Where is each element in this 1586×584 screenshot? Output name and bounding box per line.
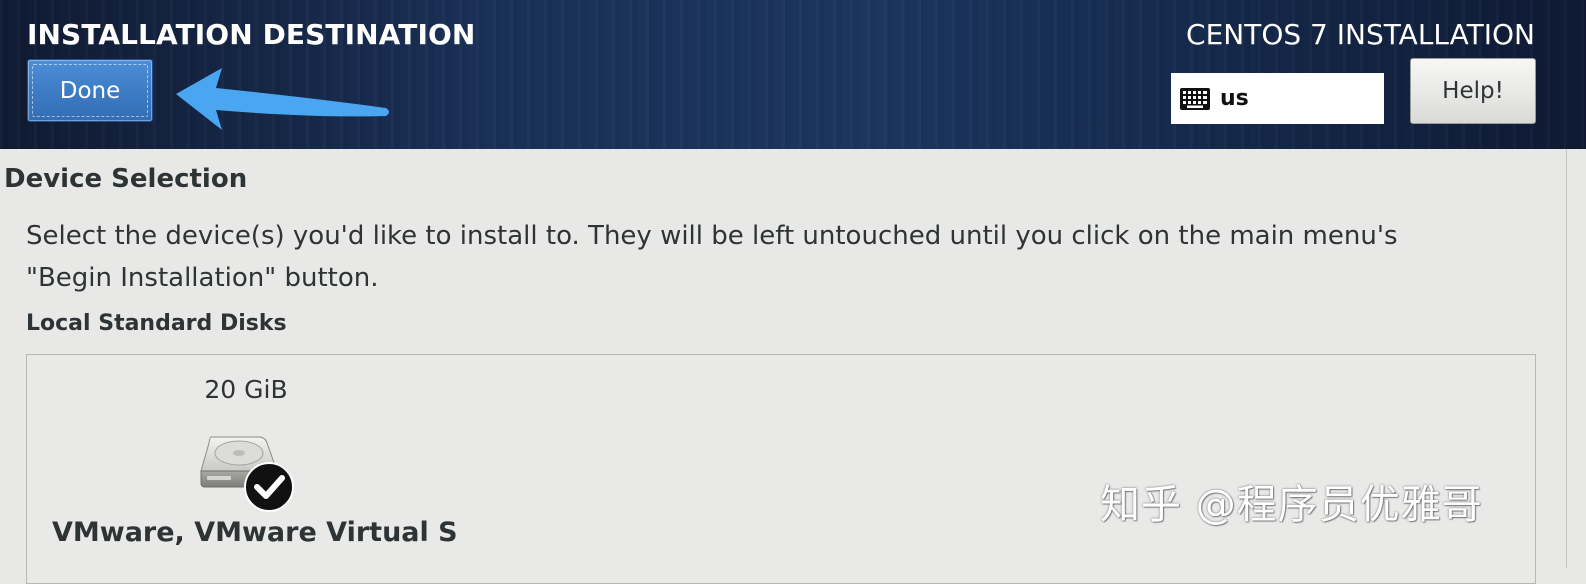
- spoke-header: INSTALLATION DESTINATION Done CENTOS 7 I…: [0, 0, 1586, 149]
- done-button-label: Done: [59, 77, 121, 104]
- done-button[interactable]: Done: [27, 59, 153, 122]
- arrow-left-icon: [176, 68, 389, 130]
- device-selection-title: Device Selection: [4, 164, 248, 194]
- disk-name: VMware, VMware Virtual S: [52, 517, 458, 548]
- content-edge: [1566, 149, 1567, 568]
- instructions-line-2: "Begin Installation" button.: [26, 263, 379, 293]
- keyboard-layout-label: us: [1220, 86, 1249, 111]
- disk-size: 20 GiB: [204, 375, 288, 404]
- help-button-label: Help!: [1442, 78, 1504, 104]
- device-selection-instructions: Select the device(s) you'd like to insta…: [26, 215, 1536, 299]
- disk-item[interactable]: 20 GiB VMware, VMware Virtual S: [27, 355, 467, 565]
- watermark: 知乎 @程序员优雅哥: [1100, 482, 1483, 528]
- spoke-title: INSTALLATION DESTINATION: [27, 18, 476, 51]
- help-button[interactable]: Help!: [1410, 58, 1536, 124]
- product-title: CENTOS 7 INSTALLATION: [1186, 18, 1535, 51]
- local-standard-disks-title: Local Standard Disks: [26, 311, 287, 336]
- checkmark-icon: [244, 462, 294, 512]
- keyboard-icon: [1180, 87, 1210, 110]
- local-disks-panel: 20 GiB VMware, VMware Virtual S: [26, 354, 1536, 584]
- instructions-line-1: Select the device(s) you'd like to insta…: [26, 221, 1398, 251]
- keyboard-layout-indicator[interactable]: us: [1171, 73, 1384, 124]
